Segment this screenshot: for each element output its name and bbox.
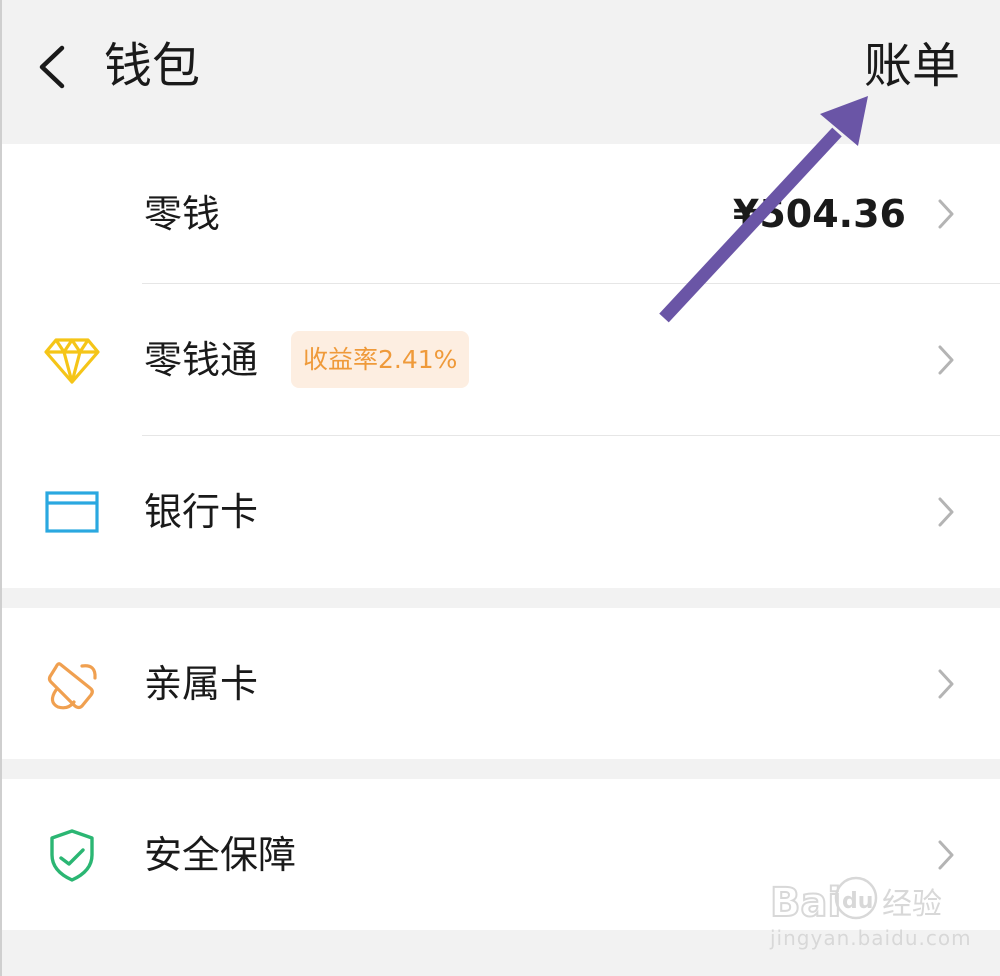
row-label-lingqiantong: 零钱通 xyxy=(144,338,259,382)
yield-rate-badge: 收益率2.41% xyxy=(291,331,470,388)
chevron-right-icon xyxy=(938,345,954,375)
row-label-change: 零钱 xyxy=(144,192,221,236)
bank-card-icon xyxy=(45,491,99,533)
svg-text:Bai: Bai xyxy=(770,880,841,926)
chevron-right-icon xyxy=(938,199,954,229)
row-lingqiantong[interactable]: 零钱通 收益率2.41% xyxy=(2,284,1000,436)
row-label-family-card: 亲属卡 xyxy=(144,661,259,706)
chevron-left-icon xyxy=(39,45,65,89)
back-button[interactable] xyxy=(32,40,76,94)
row-change[interactable]: 零钱 ¥504.36 xyxy=(2,144,1000,284)
baidu-jingyan-logo: Bai du 经验 xyxy=(770,876,942,927)
nav-bar: 钱包 账单 xyxy=(2,0,1000,144)
watermark: Bai du 经验 jingyan.baidu.com xyxy=(770,868,972,958)
watermark-domain: jingyan.baidu.com xyxy=(770,926,972,950)
row-label-security: 安全保障 xyxy=(144,832,297,877)
family-card-icon xyxy=(47,661,97,709)
svg-text:经验: 经验 xyxy=(882,887,942,922)
shield-check-icon xyxy=(50,828,94,882)
wallet-main-group: 零钱 ¥504.36 零钱通 收益率2.41% 银行卡 xyxy=(2,144,1000,588)
bill-button[interactable]: 账单 xyxy=(864,34,960,98)
row-family-card[interactable]: 亲属卡 xyxy=(2,608,1000,759)
row-bank-card[interactable]: 银行卡 xyxy=(2,436,1000,588)
chevron-right-icon xyxy=(938,840,954,869)
svg-text:du: du xyxy=(842,889,873,914)
row-label-bank-card: 银行卡 xyxy=(144,490,259,534)
chevron-right-icon xyxy=(938,669,954,698)
family-card-group: 亲属卡 xyxy=(2,608,1000,759)
diamond-icon xyxy=(44,338,100,384)
chevron-right-icon xyxy=(938,497,954,527)
balance-value: ¥504.36 xyxy=(732,192,906,236)
page-title: 钱包 xyxy=(104,38,201,94)
wallet-page: 钱包 账单 零钱 ¥504.36 零钱通 收益率2.41% 银行卡 亲属卡 安全… xyxy=(0,0,1000,976)
